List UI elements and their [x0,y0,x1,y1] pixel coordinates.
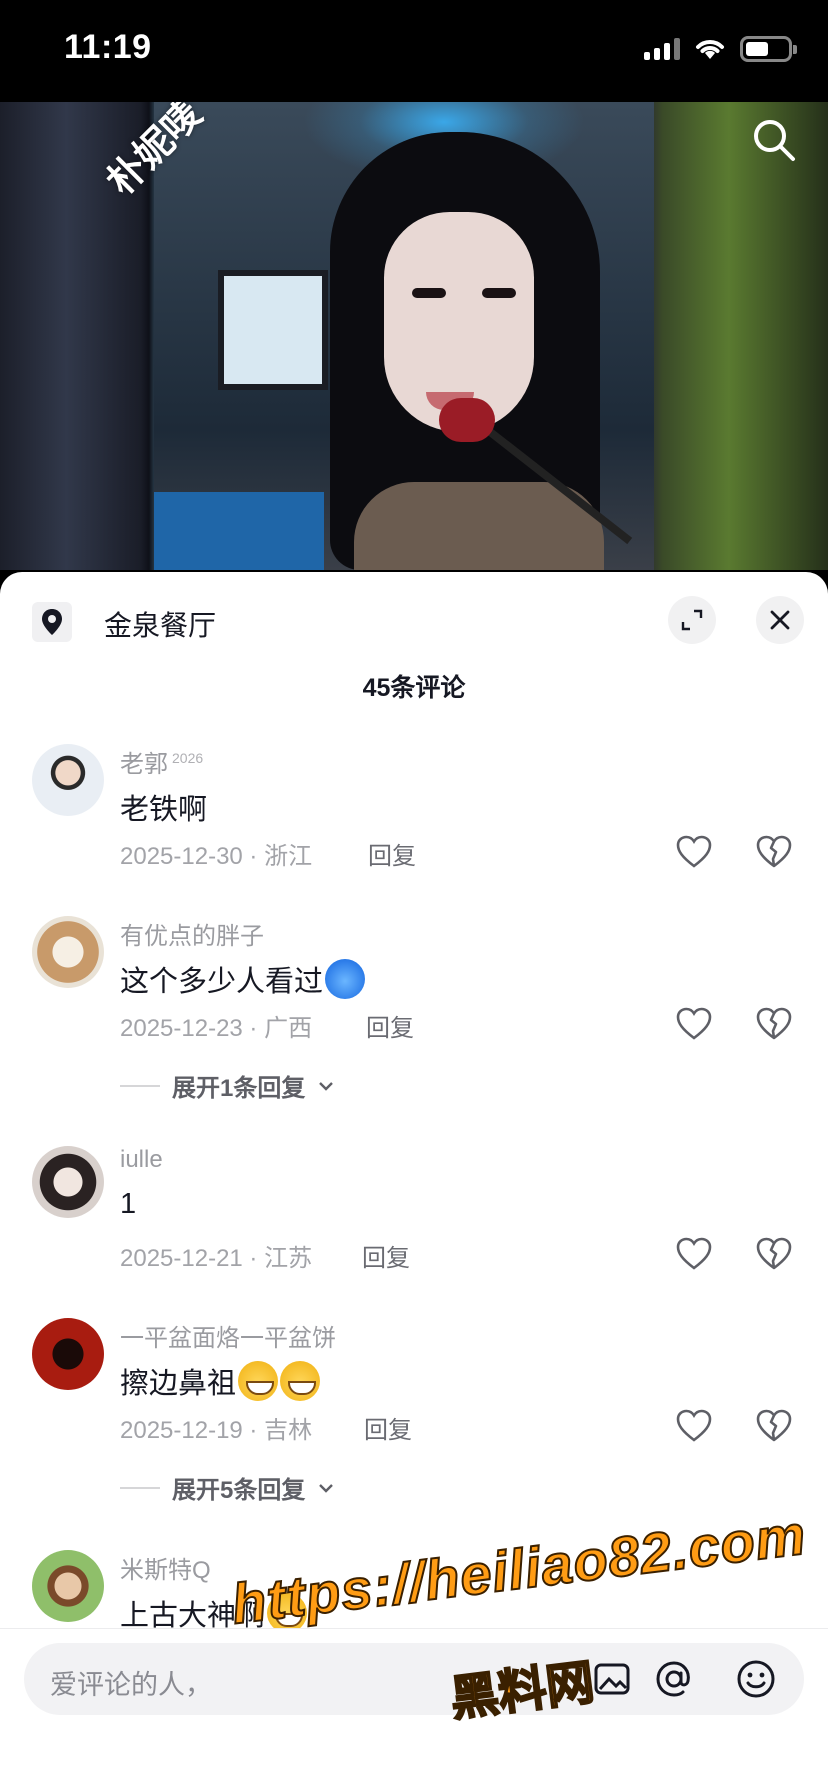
mention-icon[interactable] [652,1657,696,1701]
comment-username[interactable]: iulle [120,1146,163,1174]
avatar[interactable] [32,744,104,816]
chevron-down-icon [319,1483,334,1493]
comment-username[interactable]: 一平盆面烙一平盆饼 [120,1318,336,1353]
comment-count: 45条评论 [362,674,466,702]
heart-icon[interactable] [674,832,714,872]
avatar[interactable] [32,916,104,988]
video-frame [154,102,654,570]
comment-input-placeholder: 爱评论的人， [50,1670,212,1700]
avatar[interactable] [32,1318,104,1390]
comment-username[interactable]: 米斯特Q [120,1550,211,1585]
expand-icon [681,609,703,631]
comment-input[interactable]: 爱评论的人， [24,1643,804,1715]
emoji-icon [280,1361,321,1401]
comment-text: 1 [120,1188,137,1220]
status-bar: 11:19 [0,0,828,102]
reply-button[interactable]: 回复 [366,1008,414,1043]
signal-icon [644,38,680,60]
emoji-picker-icon[interactable] [734,1657,778,1701]
status-time: 11:19 [64,28,152,66]
reply-button[interactable]: 回复 [362,1238,410,1273]
reply-button[interactable]: 回复 [368,836,416,871]
broken-heart-icon[interactable] [754,832,794,872]
heart-icon[interactable] [674,1406,714,1446]
user-badge: 2026 [172,750,204,766]
broken-heart-icon[interactable] [754,1004,794,1044]
expand-replies-button[interactable]: 展开1条回复 [120,1068,335,1103]
close-icon [770,610,790,630]
location-name[interactable]: 金泉餐厅 [104,604,216,644]
emoji-icon [325,959,366,999]
broken-heart-icon[interactable] [754,1406,794,1446]
comment-text: 擦边鼻祖 [120,1360,321,1402]
heart-icon[interactable] [674,1234,714,1274]
status-icons [644,36,797,62]
broken-heart-icon[interactable] [754,1234,794,1274]
comment-meta: 2025-12-30 · 浙江 [120,843,313,870]
search-icon[interactable] [750,116,798,164]
comment-meta: 2025-12-21 · 江苏 [120,1245,313,1272]
image-icon[interactable] [590,1657,634,1701]
wifi-icon [696,40,724,59]
expand-replies-button[interactable]: 展开5条回复 [120,1470,335,1505]
close-sheet-button[interactable] [756,596,804,644]
battery-icon [740,36,797,62]
location-pin-icon[interactable] [32,602,72,642]
comment-text: 这个多少人看过 [120,958,366,1000]
avatar[interactable] [32,1550,104,1622]
avatar[interactable] [32,1146,104,1218]
comment-username[interactable]: 老郭 2026 [120,744,203,779]
comment-username[interactable]: 有优点的胖子 [120,916,264,951]
reply-button[interactable]: 回复 [364,1410,412,1445]
comment-text: 老铁啊 [120,794,208,826]
comment-meta: 2025-12-19 · 吉林 [120,1417,313,1444]
comment-input-bar: 爱评论的人， [0,1628,828,1792]
emoji-icon [238,1361,279,1401]
expand-sheet-button[interactable] [668,596,716,644]
sheet-header: 金泉餐厅 [0,572,828,648]
heart-icon[interactable] [674,1004,714,1044]
chevron-down-icon [319,1081,334,1091]
video-player[interactable]: 朴妮唛 [0,102,828,570]
comment-meta: 2025-12-23 · 广西 [120,1015,313,1042]
